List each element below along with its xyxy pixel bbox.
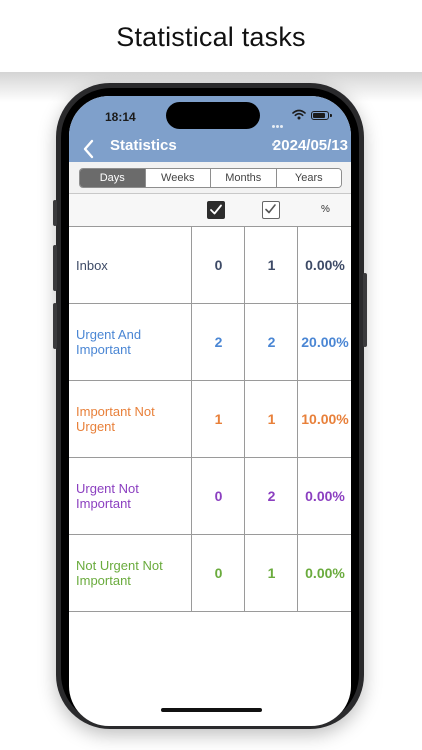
row-total-count: 2 bbox=[191, 304, 245, 380]
row-done-count: 1 bbox=[244, 227, 298, 303]
volume-down-button bbox=[53, 303, 57, 349]
row-done-count: 2 bbox=[244, 458, 298, 534]
row-label: Urgent And Important bbox=[76, 327, 142, 357]
checkmark-box-icon bbox=[262, 201, 280, 219]
date-label[interactable]: 2024/05/13 bbox=[273, 137, 348, 154]
row-percent: 0.00% bbox=[297, 458, 351, 534]
table-row[interactable]: Important Not Urgent 1 1 10.00% bbox=[69, 381, 351, 458]
segment-days[interactable]: Days bbox=[80, 169, 145, 187]
status-dots-icon bbox=[272, 115, 286, 146]
row-done-count: 2 bbox=[244, 304, 298, 380]
chevron-left-icon bbox=[83, 139, 94, 159]
status-time: 18:14 bbox=[105, 110, 136, 124]
row-total-count: 0 bbox=[191, 535, 245, 611]
row-percent: 20.00% bbox=[297, 304, 351, 380]
row-percent: 10.00% bbox=[297, 381, 351, 457]
table-row[interactable]: Urgent And Important 2 2 20.00% bbox=[69, 304, 351, 381]
battery-tip bbox=[330, 114, 332, 117]
row-label: Not Urgent Not Important bbox=[76, 558, 163, 588]
table-row[interactable]: Not Urgent Not Important 0 1 0.00% bbox=[69, 535, 351, 612]
segment-weeks[interactable]: Weeks bbox=[144, 169, 210, 187]
battery-icon bbox=[311, 111, 329, 120]
page-caption: Statistical tasks bbox=[116, 22, 306, 52]
row-label: Urgent Not Important bbox=[76, 481, 139, 511]
checked-box-icon bbox=[207, 201, 225, 219]
statistics-table: Inbox 0 1 0.00% Urgent And Important 2 2… bbox=[69, 227, 351, 612]
period-segmented-control: Days Weeks Months Years bbox=[79, 168, 342, 188]
percent-header: % bbox=[321, 204, 330, 215]
row-percent: 0.00% bbox=[297, 227, 351, 303]
row-total-count: 1 bbox=[191, 381, 245, 457]
segment-months[interactable]: Months bbox=[210, 169, 276, 187]
row-done-count: 1 bbox=[244, 381, 298, 457]
segment-years[interactable]: Years bbox=[275, 169, 341, 187]
phone-screen: 18:14 Statistics 2024/05/13 Days Weeks M… bbox=[69, 96, 351, 726]
row-total-count: 0 bbox=[191, 227, 245, 303]
power-button bbox=[363, 273, 367, 347]
row-done-count: 1 bbox=[244, 535, 298, 611]
dynamic-island bbox=[166, 102, 260, 129]
home-indicator[interactable] bbox=[161, 708, 262, 712]
row-label: Inbox bbox=[76, 257, 108, 273]
table-row[interactable]: Inbox 0 1 0.00% bbox=[69, 227, 351, 304]
row-total-count: 0 bbox=[191, 458, 245, 534]
navigation-bar: 18:14 Statistics 2024/05/13 bbox=[69, 96, 351, 162]
phone-frame: 18:14 Statistics 2024/05/13 Days Weeks M… bbox=[53, 83, 367, 729]
row-percent: 0.00% bbox=[297, 535, 351, 611]
wifi-icon bbox=[292, 109, 306, 120]
row-label: Important Not Urgent bbox=[76, 404, 155, 434]
period-bar: Days Weeks Months Years bbox=[69, 162, 351, 194]
mute-switch bbox=[53, 200, 57, 226]
table-row[interactable]: Urgent Not Important 0 2 0.00% bbox=[69, 458, 351, 535]
page-title: Statistics bbox=[110, 137, 177, 154]
column-header-row: % bbox=[69, 194, 351, 227]
volume-up-button bbox=[53, 245, 57, 291]
